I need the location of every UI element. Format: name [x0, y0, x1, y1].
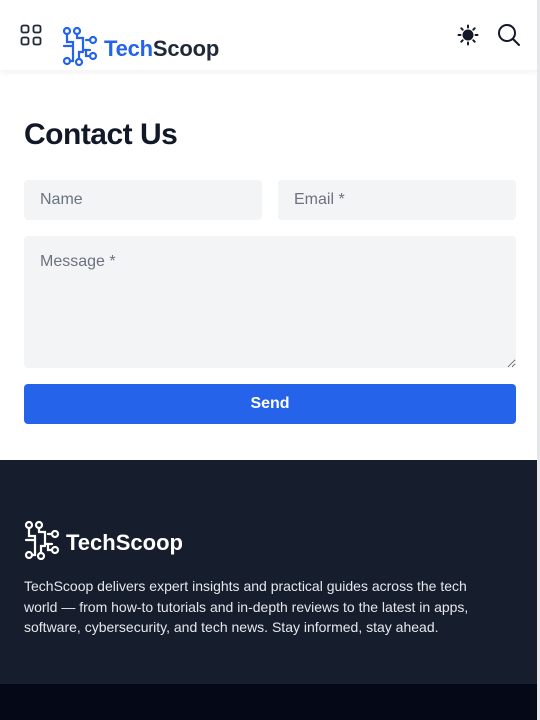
brand-scoop: Scoop	[152, 35, 220, 61]
footer-description: TechScoop delivers expert insights and p…	[24, 578, 469, 635]
circuit-logo-icon	[62, 26, 98, 71]
page-title: Contact Us	[24, 118, 178, 151]
brand-tech: Tech	[104, 35, 153, 61]
footer-brand: TechScoop	[66, 529, 183, 555]
send-button[interactable]: Send	[24, 384, 516, 424]
footer-logo[interactable]: TechScoop	[24, 520, 183, 565]
message-field[interactable]	[24, 236, 516, 368]
sun-icon[interactable]	[457, 24, 479, 46]
grid-menu-icon[interactable]	[20, 24, 42, 46]
search-icon[interactable]	[497, 23, 521, 47]
email-field[interactable]	[278, 180, 516, 220]
name-field[interactable]	[24, 180, 262, 220]
site-header: TechScoop	[0, 0, 540, 70]
footer-bottom-bar	[0, 684, 540, 720]
site-footer: TechScoop TechScoop delivers expert insi…	[0, 460, 540, 684]
site-logo[interactable]: TechScoop	[62, 26, 219, 71]
circuit-logo-icon	[24, 520, 60, 565]
